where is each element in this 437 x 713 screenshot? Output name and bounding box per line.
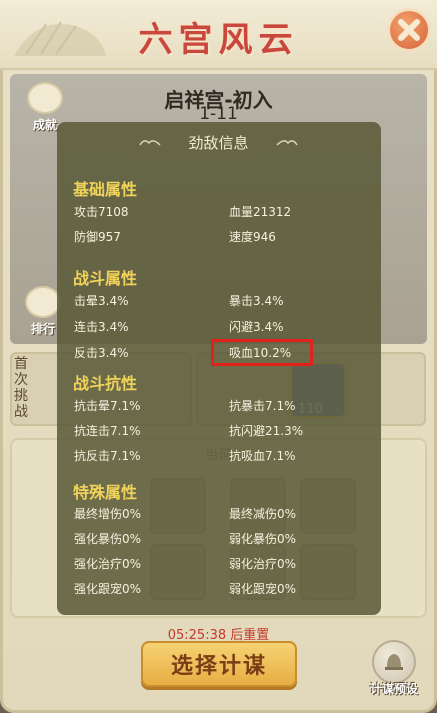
stat-crit-damage-down: 弱化暴伤0% [229, 532, 297, 546]
stat-dodge: 闪避3.4% [229, 320, 284, 334]
enemy-info-title: 劲敌信息 [188, 134, 249, 152]
stat-defense: 防御957 [74, 230, 121, 244]
stat-anti-crit: 抗暴击7.1% [229, 399, 296, 413]
stat-final-damage-down: 最终减伤0% [229, 507, 297, 521]
basic-attributes-title: 基础属性 [73, 180, 138, 199]
bell-icon [372, 640, 416, 684]
strategy-preset-button[interactable]: 计谋预设 [361, 640, 427, 697]
stat-anti-lifesteal: 抗吸血7.1% [229, 449, 296, 463]
stat-counter: 反击3.4% [74, 346, 129, 360]
combat-resistance-title: 战斗抗性 [73, 374, 138, 393]
stat-crit: 暴击3.4% [229, 294, 284, 308]
stat-anti-combo: 抗连击7.1% [74, 424, 141, 438]
stat-anti-stun: 抗击晕7.1% [74, 399, 141, 413]
ranking-label: 排行 [30, 322, 55, 336]
cloud-decoration-icon [276, 140, 298, 146]
stat-combo: 连击3.4% [74, 320, 129, 334]
stat-attack: 攻击7108 [74, 205, 129, 219]
stat-pet-up: 强化跟宠0% [74, 582, 142, 596]
strategy-preset-label: 计谋预设 [369, 682, 418, 696]
stat-speed: 速度946 [229, 230, 276, 244]
stat-pet-down: 弱化跟宠0% [229, 582, 297, 596]
close-button[interactable] [387, 8, 431, 52]
stat-final-damage-up: 最终增伤0% [74, 507, 142, 521]
stat-anti-dodge: 抗闪避21.3% [229, 424, 304, 438]
trophy-icon [27, 82, 63, 114]
stat-heal-down: 弱化治疗0% [229, 557, 297, 571]
page-title: 六宫风云 [138, 20, 299, 60]
ranking-icon [25, 286, 61, 318]
stat-heal-up: 强化治疗0% [74, 557, 142, 571]
lifesteal-highlight [211, 339, 313, 366]
close-icon [398, 19, 420, 41]
stat-anti-counter: 抗反击7.1% [74, 449, 141, 463]
stat-hp: 血量21312 [229, 205, 292, 219]
choose-strategy-button[interactable]: 选择计谋 [141, 641, 297, 687]
stat-crit-damage-up: 强化暴伤0% [74, 532, 142, 546]
special-attributes-title: 特殊属性 [73, 483, 138, 502]
achievement-label: 成就 [32, 118, 57, 132]
stat-stun: 击晕3.4% [74, 294, 129, 308]
combat-attributes-title: 战斗属性 [73, 269, 138, 288]
first-clear-label: 首次挑战 [14, 356, 28, 420]
